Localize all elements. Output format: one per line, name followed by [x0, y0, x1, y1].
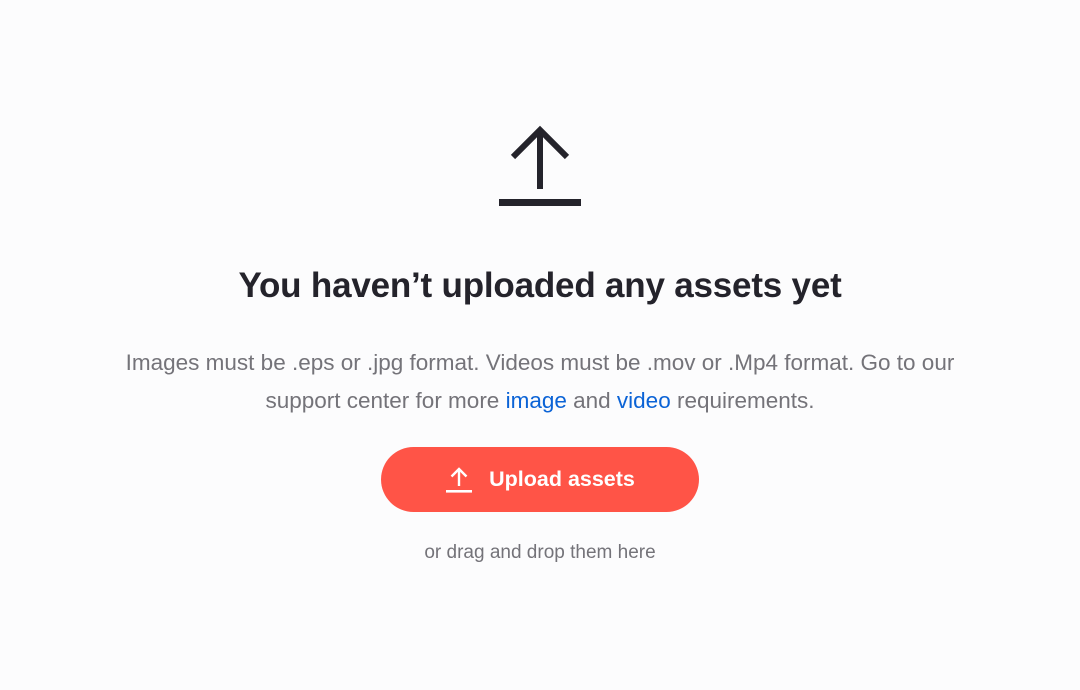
empty-state-description: Images must be .eps or .jpg format. Vide…	[90, 344, 990, 420]
upload-icon	[498, 124, 582, 208]
empty-state: You haven’t uploaded any assets yet Imag…	[0, 0, 1080, 690]
upload-assets-button[interactable]: Upload assets	[381, 447, 699, 512]
empty-state-title: You haven’t uploaded any assets yet	[238, 266, 842, 305]
drag-drop-hint: or drag and drop them here	[424, 542, 656, 563]
description-text: requirements.	[670, 388, 815, 413]
upload-icon	[446, 466, 473, 493]
upload-assets-label: Upload assets	[489, 467, 635, 491]
video-requirements-link[interactable]: video	[617, 388, 671, 413]
description-text: and	[566, 388, 617, 413]
image-requirements-link[interactable]: image	[506, 388, 567, 413]
